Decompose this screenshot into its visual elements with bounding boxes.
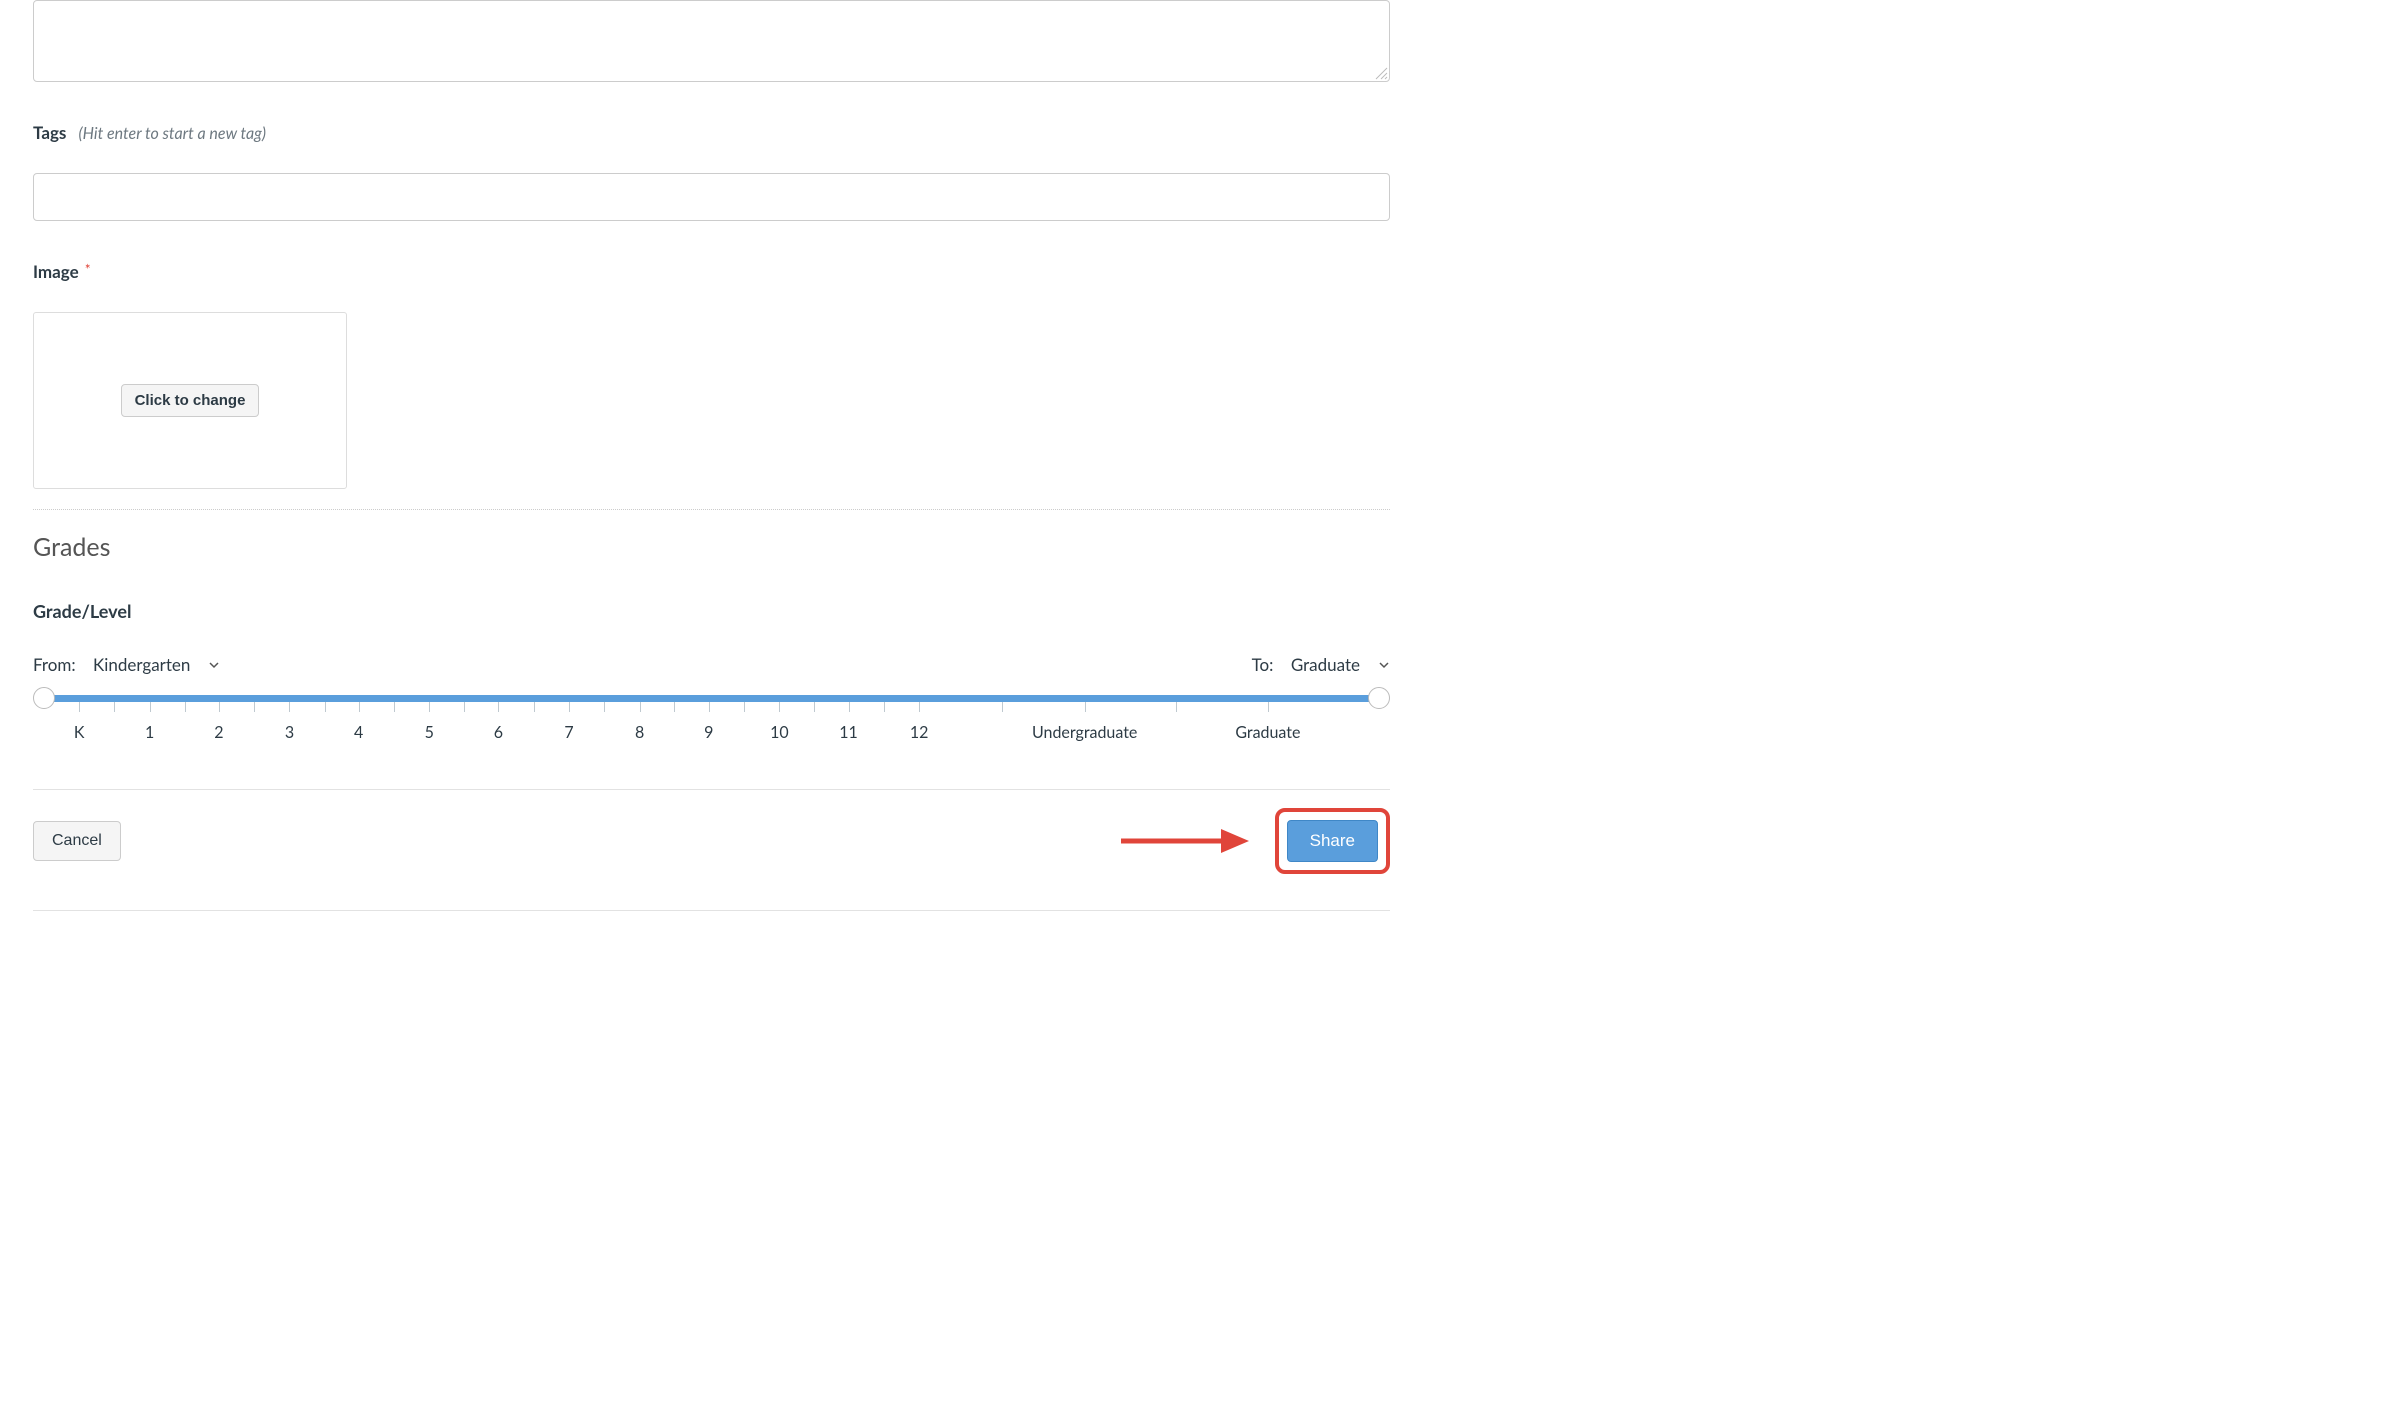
slider-tick-label: 2 (214, 723, 223, 742)
slider-handle-from[interactable] (33, 687, 55, 709)
slider-tick (394, 702, 395, 712)
share-button[interactable]: Share (1287, 820, 1378, 862)
slider-tick (325, 702, 326, 712)
slider-tick (1085, 702, 1086, 712)
slider-tick (814, 702, 815, 712)
slider-tick (185, 702, 186, 712)
slider-tick-label: 1 (145, 723, 154, 742)
to-label: To: (1252, 654, 1274, 675)
grades-heading: Grades (33, 532, 1390, 562)
to-value: Graduate (1291, 654, 1360, 675)
to-dropdown[interactable]: Graduate (1291, 654, 1390, 675)
slider-tick-label: 4 (354, 723, 363, 742)
slider-tick-label: 8 (635, 723, 644, 742)
divider (33, 789, 1390, 790)
slider-track (45, 695, 1378, 702)
slider-tick-label: 11 (839, 723, 858, 742)
slider-tick (464, 702, 465, 712)
from-value: Kindergarten (93, 654, 190, 675)
tags-input[interactable] (33, 173, 1390, 221)
chevron-down-icon (1378, 659, 1390, 671)
grade-range-slider[interactable] (33, 689, 1390, 709)
resize-handle-icon (1374, 66, 1388, 80)
chevron-down-icon (208, 659, 220, 671)
slider-tick (150, 702, 151, 712)
slider-handle-to[interactable] (1368, 687, 1390, 709)
slider-tick (534, 702, 535, 712)
divider (33, 509, 1390, 510)
slider-tick-label: 3 (285, 723, 294, 742)
slider-tick (919, 702, 920, 712)
description-textarea[interactable] (33, 0, 1390, 82)
slider-tick (289, 702, 290, 712)
slider-tick-label: 9 (704, 723, 713, 742)
slider-tick (569, 702, 570, 712)
slider-tick-label: 10 (770, 723, 789, 742)
required-star-icon: * (85, 261, 91, 278)
slider-tick (674, 702, 675, 712)
from-label: From: (33, 654, 76, 675)
slider-tick-label: 12 (910, 723, 929, 742)
click-to-change-button[interactable]: Click to change (121, 384, 260, 417)
slider-tick (1176, 702, 1177, 712)
slider-tick (219, 702, 220, 712)
from-dropdown[interactable]: Kindergarten (93, 654, 220, 675)
slider-tick (114, 702, 115, 712)
slider-tick (79, 702, 80, 712)
slider-tick-label: K (74, 723, 85, 742)
slider-tick-label: Graduate (1235, 723, 1300, 742)
slider-tick (779, 702, 780, 712)
share-highlight-box: Share (1275, 808, 1390, 874)
divider (33, 910, 1390, 911)
slider-tick (709, 702, 710, 712)
slider-tick (849, 702, 850, 712)
slider-tick (359, 702, 360, 712)
cancel-button[interactable]: Cancel (33, 821, 121, 861)
image-preview-box: Click to change (33, 312, 347, 489)
slider-tick (884, 702, 885, 712)
slider-tick-label: 6 (494, 723, 503, 742)
slider-tick-label: Undergraduate (1032, 723, 1137, 742)
slider-tick (640, 702, 641, 712)
slider-tick-label: 5 (425, 723, 434, 742)
tags-hint: (Hit enter to start a new tag) (79, 124, 267, 143)
grade-level-label: Grade/Level (33, 600, 1390, 622)
image-label: Image (33, 261, 79, 282)
arrow-right-icon (1121, 826, 1249, 856)
slider-tick (1002, 702, 1003, 712)
slider-tick (604, 702, 605, 712)
slider-tick (498, 702, 499, 712)
slider-tick-label: 7 (564, 723, 573, 742)
slider-tick (254, 702, 255, 712)
slider-tick (744, 702, 745, 712)
slider-tick (429, 702, 430, 712)
slider-tick (1268, 702, 1269, 712)
tags-label: Tags (33, 122, 66, 143)
